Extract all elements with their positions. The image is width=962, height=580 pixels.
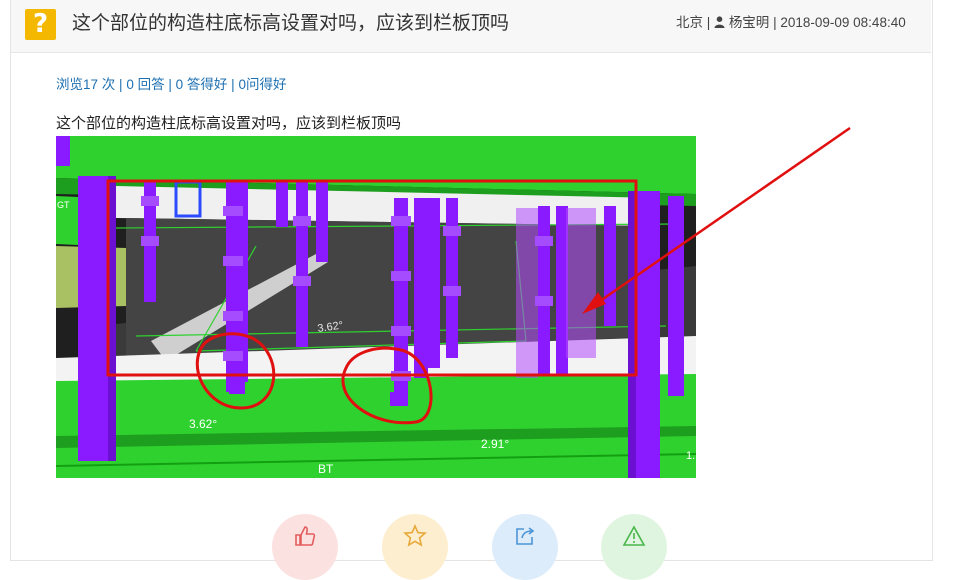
share-button[interactable] bbox=[492, 514, 558, 580]
timestamp: 2018-09-09 08:48:40 bbox=[780, 15, 906, 30]
bt-label: BT bbox=[318, 462, 334, 476]
user-icon bbox=[714, 15, 725, 28]
side-label: 1. bbox=[686, 450, 695, 462]
author-link[interactable]: 杨宝明 bbox=[729, 15, 770, 30]
star-icon bbox=[403, 524, 427, 547]
answers-count: 0 回答 bbox=[126, 77, 165, 92]
separator: | bbox=[119, 77, 123, 92]
level-label-left: 3.62° bbox=[189, 417, 217, 431]
question-body-text: 这个部位的构造柱底标高设置对吗，应该到栏板顶吗 bbox=[56, 115, 402, 132]
level-label-right: 2.91° bbox=[481, 437, 509, 451]
share-icon bbox=[516, 527, 535, 545]
like-button[interactable] bbox=[272, 514, 338, 580]
good-questions-count: 0问得好 bbox=[238, 77, 287, 92]
separator: | bbox=[706, 15, 711, 30]
report-button[interactable] bbox=[601, 514, 667, 580]
model-render: 3.62° 2.91° 3.62° BT GT 1. bbox=[56, 136, 696, 478]
question-mark-icon: ? bbox=[25, 9, 56, 40]
location: 北京 bbox=[676, 15, 703, 30]
separator: | bbox=[168, 77, 172, 92]
warning-icon bbox=[622, 525, 646, 546]
question-title: 这个部位的构造柱底标高设置对吗，应该到栏板顶吗 bbox=[72, 13, 510, 34]
question-image[interactable]: 3.62° 2.91° 3.62° BT GT 1. bbox=[56, 136, 696, 478]
good-answers-count: 0 答得好 bbox=[175, 77, 228, 92]
question-stats: 浏览17 次 | 0 回答 | 0 答得好 | 0问得好 bbox=[56, 76, 286, 94]
separator: | bbox=[231, 77, 235, 92]
question-meta: 北京 | 杨宝明 | 2018-09-09 08:48:40 bbox=[676, 14, 916, 32]
favorite-button[interactable] bbox=[382, 514, 448, 580]
thumbs-up-icon bbox=[295, 526, 316, 546]
separator: | bbox=[773, 15, 777, 30]
gt-label: GT bbox=[57, 200, 70, 210]
views-count: 浏览17 次 bbox=[56, 77, 116, 92]
